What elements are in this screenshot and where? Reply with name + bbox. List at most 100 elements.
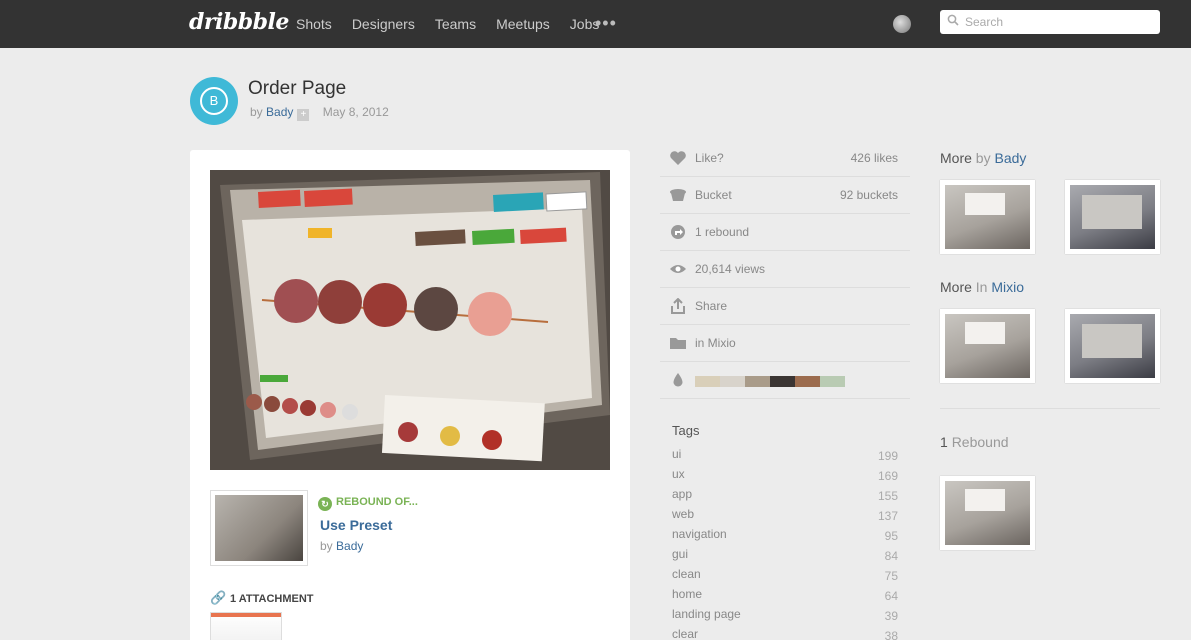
more-by-thumbnail-2[interactable] — [1065, 180, 1160, 254]
author-avatar[interactable]: B — [190, 77, 238, 125]
tag-row: home 64 — [672, 587, 898, 607]
tag-name[interactable]: ui — [672, 447, 681, 461]
by-word: by — [975, 150, 991, 166]
dribbble-logo[interactable]: dribbble — [189, 9, 289, 35]
rebound-word: Rebound — [951, 434, 1009, 450]
tag-row: gui 84 — [672, 547, 898, 567]
in-word: In — [975, 279, 988, 295]
tag-row: app 155 — [672, 487, 898, 507]
bucket-label: Bucket — [695, 188, 732, 202]
buckets-count: 92 buckets — [839, 188, 898, 202]
nav-designers[interactable]: Designers — [352, 16, 415, 32]
tag-count: 39 — [884, 609, 898, 623]
tag-count: 155 — [877, 489, 898, 503]
follow-plus-icon[interactable]: + — [297, 109, 310, 121]
drop-icon — [673, 373, 683, 387]
share-label: Share — [695, 299, 728, 313]
by-label: by — [320, 539, 333, 553]
heart-icon — [670, 151, 686, 165]
more-in-thumbnail-2[interactable] — [1065, 309, 1160, 383]
avatar-letter: B — [200, 87, 228, 115]
palette-swatch[interactable] — [695, 376, 720, 387]
paperclip-icon: 🔗 — [210, 590, 227, 605]
views-row: 20,614 views — [660, 251, 910, 288]
bucket-icon — [670, 189, 686, 201]
more-label: More — [940, 150, 972, 166]
rebound-icon — [671, 225, 685, 239]
more-menu-icon[interactable]: ••• — [595, 13, 617, 34]
palette-swatch[interactable] — [770, 376, 795, 387]
search-placeholder: Search — [965, 15, 1004, 29]
rebound-count: 1 — [940, 434, 948, 450]
tag-count: 38 — [884, 629, 898, 640]
likes-row[interactable]: Like? 426 likes — [660, 140, 910, 177]
nav-meetups[interactable]: Meetups — [496, 16, 550, 32]
buckets-row[interactable]: Bucket 92 buckets — [660, 177, 910, 214]
attachment-thumbnail[interactable] — [210, 612, 282, 640]
rebound-icon: ↻ — [318, 497, 332, 511]
tag-count: 199 — [877, 449, 898, 463]
project-row[interactable]: in Mixio — [660, 325, 910, 362]
by-label: by — [250, 105, 263, 119]
more-in-thumbnail-1[interactable] — [940, 309, 1035, 383]
shot-illustration — [210, 170, 610, 470]
tag-name[interactable]: app — [672, 487, 692, 501]
shot-title: Order Page — [248, 78, 347, 99]
palette-swatch[interactable] — [795, 376, 820, 387]
tag-name[interactable]: clear — [672, 627, 698, 640]
tag-name[interactable]: landing page — [672, 607, 741, 621]
sidebar-divider — [940, 408, 1160, 409]
tag-name[interactable]: navigation — [672, 527, 727, 541]
nav-shots[interactable]: Shots — [296, 16, 332, 32]
rebound-of-text: REBOUND OF... — [336, 496, 418, 508]
color-palette-row — [660, 362, 910, 399]
rebounds-row[interactable]: 1 rebound — [660, 214, 910, 251]
more-in-heading: More In Mixio — [940, 279, 1024, 295]
palette-swatch[interactable] — [820, 376, 845, 387]
rebound-source-title[interactable]: Use Preset — [320, 517, 392, 533]
views-count: 20,614 views — [695, 262, 766, 276]
tags-heading: Tags — [672, 423, 700, 438]
folder-icon — [670, 338, 686, 349]
nav-teams[interactable]: Teams — [435, 16, 476, 32]
author-link[interactable]: Bady — [266, 105, 293, 119]
rebound-source-thumbnail[interactable] — [210, 490, 308, 566]
rebound-source-byline: by Bady — [320, 539, 363, 553]
more-label: More — [940, 279, 972, 295]
tag-row: web 137 — [672, 507, 898, 527]
more-by-thumbnail-1[interactable] — [940, 180, 1035, 254]
user-avatar[interactable] — [893, 15, 911, 33]
palette-swatch[interactable] — [720, 376, 745, 387]
tag-row: clean 75 — [672, 567, 898, 587]
search-input[interactable]: Search — [940, 10, 1160, 34]
rebounds-heading: 1 Rebound — [940, 434, 1009, 450]
tag-row: ux 169 — [672, 467, 898, 487]
tag-row: navigation 95 — [672, 527, 898, 547]
palette-swatch[interactable] — [745, 376, 770, 387]
project-link: in Mixio — [695, 336, 736, 350]
share-row[interactable]: Share — [660, 288, 910, 325]
more-by-heading: More by Bady — [940, 150, 1026, 166]
tag-row: landing page 39 — [672, 607, 898, 627]
more-in-project-link[interactable]: Mixio — [991, 279, 1024, 295]
tag-count: 64 — [884, 589, 898, 603]
tag-count: 137 — [877, 509, 898, 523]
shot-card: ↻ REBOUND OF... Use Preset by Bady 🔗 1 ATT… — [190, 150, 630, 640]
rebound-thumbnail[interactable] — [940, 476, 1035, 550]
likes-count: 426 likes — [850, 151, 898, 165]
tag-name[interactable]: clean — [672, 567, 701, 581]
rebound-of-label: ↻ REBOUND OF... — [318, 496, 418, 511]
tag-name[interactable]: gui — [672, 547, 688, 561]
shot-stats: Like? 426 likes Bucket 92 buckets 1 rebo… — [660, 140, 910, 399]
tag-name[interactable]: ux — [672, 467, 685, 481]
shot-byline: by Bady + May 8, 2012 — [250, 105, 389, 121]
tag-name[interactable]: web — [672, 507, 694, 521]
tag-row: clear 38 — [672, 627, 898, 640]
shot-image[interactable] — [210, 170, 610, 470]
rebound-author-link[interactable]: Bady — [336, 539, 363, 553]
tag-count: 169 — [877, 469, 898, 483]
tag-count: 84 — [884, 549, 898, 563]
tag-row: ui 199 — [672, 447, 898, 467]
tag-name[interactable]: home — [672, 587, 702, 601]
more-by-author-link[interactable]: Bady — [994, 150, 1026, 166]
